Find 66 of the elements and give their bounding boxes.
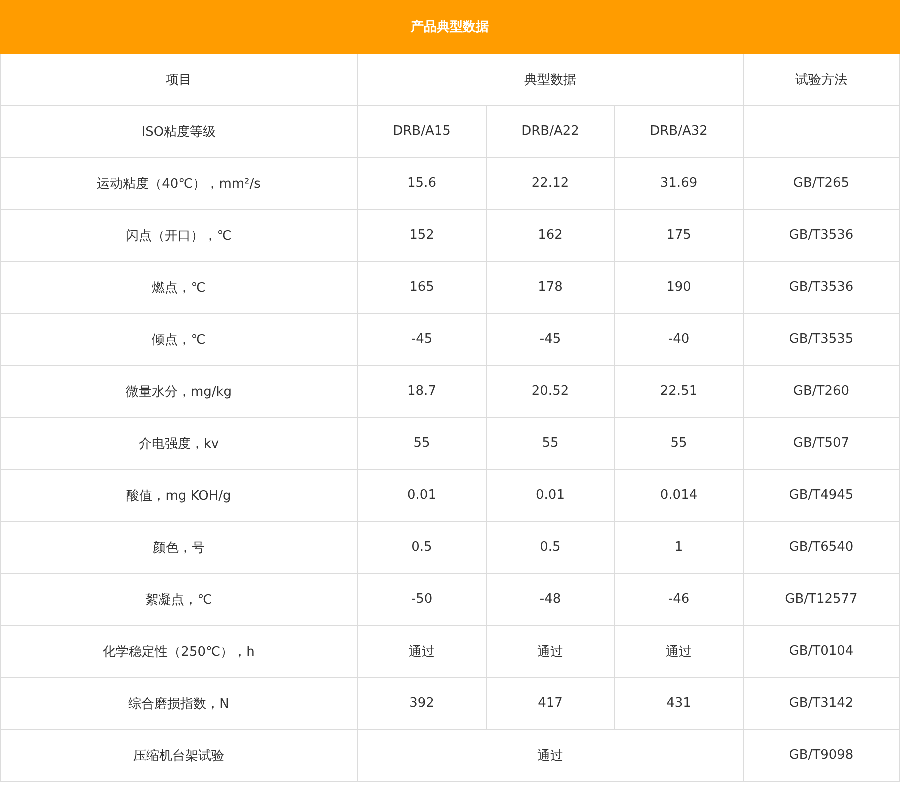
- table-cell: GB/T507: [744, 418, 900, 470]
- table-cell: 15.6: [358, 158, 486, 210]
- table-cell: 絮凝点，℃: [0, 574, 358, 626]
- table-cell: 压缩机台架试验: [0, 730, 358, 782]
- table-cell: 55: [614, 418, 744, 470]
- table-cell: 0.01: [486, 470, 614, 522]
- table-cell: 20.52: [486, 366, 614, 418]
- table-cell: GB/T4945: [744, 470, 900, 522]
- table-cell: 18.7: [358, 366, 486, 418]
- table-cell: DRB/A22: [486, 106, 614, 158]
- table-cell: 165: [358, 262, 486, 314]
- table-cell: 152: [358, 210, 486, 262]
- table-cell: 介电强度，kv: [0, 418, 358, 470]
- table-cell: 闪点（开口），℃: [0, 210, 358, 262]
- table-cell: 162: [486, 210, 614, 262]
- table-cell: 22.12: [486, 158, 614, 210]
- table-cell: GB/T3536: [744, 262, 900, 314]
- table-cell: 0.5: [358, 522, 486, 574]
- column-header: 试验方法: [744, 54, 900, 106]
- table-cell: 化学稳定性（250℃），h: [0, 626, 358, 678]
- table-cell: 0.014: [614, 470, 744, 522]
- table-cell: 颜色，号: [0, 522, 358, 574]
- table-cell: GB/T265: [744, 158, 900, 210]
- table-cell: 0.01: [358, 470, 486, 522]
- table-cell: -45: [358, 314, 486, 366]
- table-cell: 通过: [486, 626, 614, 678]
- table-cell: 倾点，℃: [0, 314, 358, 366]
- table-cell: 55: [486, 418, 614, 470]
- table-cell: 通过: [358, 730, 744, 782]
- table-cell: -46: [614, 574, 744, 626]
- table-cell: 燃点，℃: [0, 262, 358, 314]
- table-cell: 417: [486, 678, 614, 730]
- table-cell: 酸值，mg KOH/g: [0, 470, 358, 522]
- table-cell: 通过: [358, 626, 486, 678]
- table-cell: 175: [614, 210, 744, 262]
- table-cell: 31.69: [614, 158, 744, 210]
- table-cell: 综合磨损指数，N: [0, 678, 358, 730]
- table-cell: GB/T3142: [744, 678, 900, 730]
- table-cell: 392: [358, 678, 486, 730]
- table-cell: GB/T3535: [744, 314, 900, 366]
- table-cell: ISO粘度等级: [0, 106, 358, 158]
- table-cell: DRB/A32: [614, 106, 744, 158]
- table-cell: GB/T260: [744, 366, 900, 418]
- table-cell: 55: [358, 418, 486, 470]
- table-cell: -50: [358, 574, 486, 626]
- table-cell: -45: [486, 314, 614, 366]
- table-cell: -40: [614, 314, 744, 366]
- table-cell: 0.5: [486, 522, 614, 574]
- table-cell: 通过: [614, 626, 744, 678]
- table-cell: 1: [614, 522, 744, 574]
- column-header: 典型数据: [358, 54, 744, 106]
- table-cell: GB/T12577: [744, 574, 900, 626]
- table-cell: 431: [614, 678, 744, 730]
- table-cell: 190: [614, 262, 744, 314]
- table-cell: GB/T3536: [744, 210, 900, 262]
- table-title: 产品典型数据: [0, 0, 900, 54]
- table-cell: 22.51: [614, 366, 744, 418]
- table-cell: GB/T9098: [744, 730, 900, 782]
- table-cell: 178: [486, 262, 614, 314]
- table-cell: GB/T6540: [744, 522, 900, 574]
- table-cell: GB/T0104: [744, 626, 900, 678]
- table-cell: -48: [486, 574, 614, 626]
- table-cell: 微量水分，mg/kg: [0, 366, 358, 418]
- table-cell: DRB/A15: [358, 106, 486, 158]
- table-cell: 运动粘度（40℃），mm²/s: [0, 158, 358, 210]
- column-header: 项目: [0, 54, 358, 106]
